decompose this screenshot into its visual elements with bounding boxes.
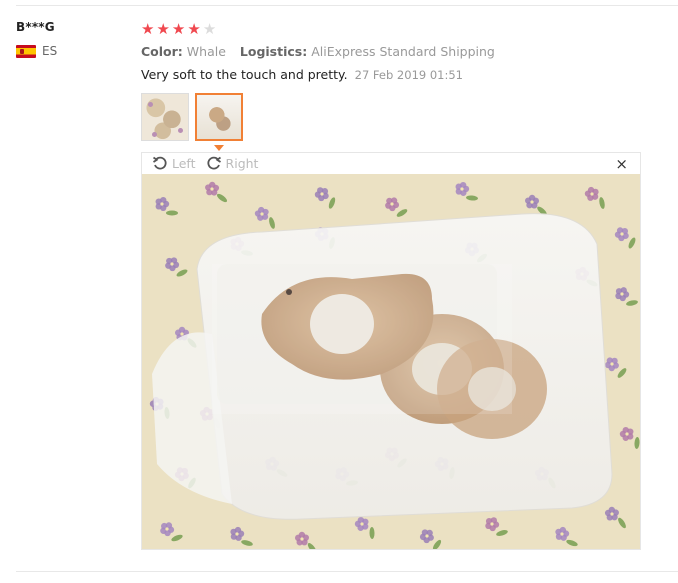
selected-thumbnail-pointer — [214, 145, 224, 151]
rotate-left-button[interactable]: Left — [152, 155, 196, 171]
divider-bottom — [16, 571, 678, 572]
review-photo[interactable] — [142, 174, 640, 549]
logistics-value: AliExpress Standard Shipping — [311, 44, 495, 59]
color-value: Whale — [186, 44, 226, 59]
color-info: Color: Whale — [141, 44, 226, 59]
review-body: ★ ★ ★ ★ ★ Color: Whale Logistics: AliExp… — [141, 20, 661, 151]
viewer-toolbar: Left Right × — [142, 153, 640, 173]
star-icon: ★ — [187, 19, 201, 38]
country-code: ES — [42, 44, 58, 58]
review-text: Very soft to the touch and pretty. — [141, 67, 348, 82]
review-date: 27 Feb 2019 01:51 — [354, 68, 463, 82]
image-viewer: Left Right × — [141, 152, 641, 550]
close-icon[interactable]: × — [615, 155, 628, 173]
star-icon: ★ — [171, 19, 186, 38]
reviewer-info: B***G ES — [16, 20, 126, 58]
color-label: Color: — [141, 44, 183, 59]
star-empty-icon: ★ — [202, 19, 217, 38]
rotate-left-label: Left — [172, 155, 196, 171]
reviewer-name: B***G — [16, 20, 55, 34]
star-icon: ★ — [156, 19, 170, 38]
spain-flag-icon — [16, 44, 36, 58]
rotate-left-icon — [152, 156, 167, 170]
order-info: Color: Whale Logistics: AliExpress Stand… — [141, 44, 661, 59]
logistics-info: Logistics: AliExpress Standard Shipping — [240, 44, 495, 59]
thumbnail-image — [142, 94, 188, 140]
review-content: Very soft to the touch and pretty. 27 Fe… — [141, 67, 661, 82]
reviewer-country: ES — [16, 44, 126, 58]
divider-top — [16, 5, 678, 6]
star-rating: ★ ★ ★ ★ ★ — [141, 20, 661, 38]
thumbnail-image — [197, 95, 241, 139]
review-thumbnail-2[interactable] — [195, 93, 243, 141]
star-icon: ★ — [141, 19, 155, 38]
rotate-right-button[interactable]: Right — [206, 155, 259, 171]
logistics-label: Logistics: — [239, 44, 308, 59]
rotate-right-icon — [206, 156, 221, 170]
review-thumbnail-1[interactable] — [141, 93, 189, 141]
rotate-right-label: Right — [225, 155, 259, 171]
review-photo-image — [142, 174, 640, 549]
review-thumbnails — [141, 93, 661, 141]
